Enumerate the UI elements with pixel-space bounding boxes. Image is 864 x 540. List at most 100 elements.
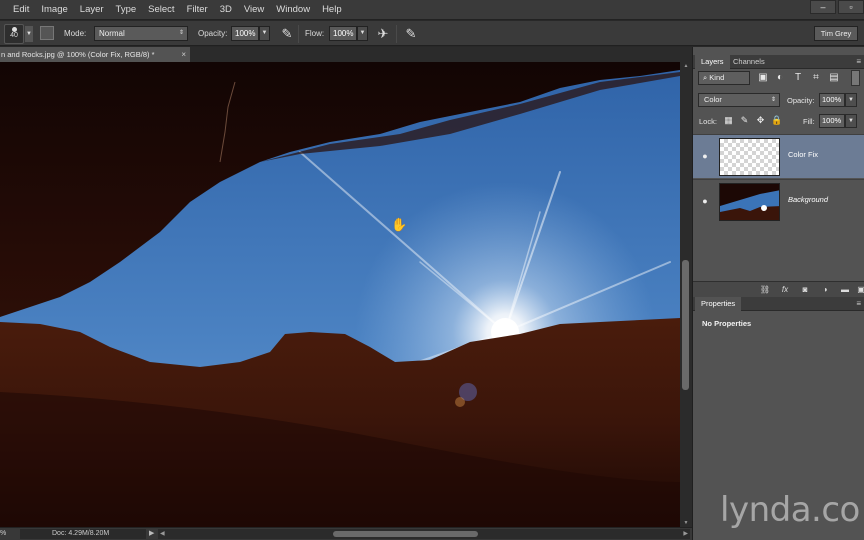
menu-filter[interactable]: Filter: [181, 0, 214, 20]
horizontal-scrollbar[interactable]: ◀ ▶: [158, 529, 690, 539]
menu-help[interactable]: Help: [316, 0, 348, 20]
brush-preset-arrow-icon[interactable]: ▼: [25, 26, 33, 42]
workspace-switcher[interactable]: Tim Grey: [814, 26, 858, 41]
layer-name: Color Fix: [788, 150, 819, 159]
chevron-updown-icon: ⇕: [178, 30, 184, 36]
flow-slider-arrow-icon[interactable]: ▼: [357, 26, 368, 41]
vertical-scroll-thumb[interactable]: [682, 260, 689, 390]
document-tab[interactable]: n and Rocks.jpg @ 100% (Color Fix, RGB/8…: [0, 47, 190, 62]
layer-filter-dropdown[interactable]: ⌕ Kind: [698, 71, 750, 85]
opacity-field[interactable]: 100%: [231, 26, 259, 41]
lock-label: Lock:: [699, 117, 717, 126]
doc-size-readout: Doc: 4.29M/8.20M: [20, 529, 146, 539]
lock-pixels-icon[interactable]: ✎: [739, 115, 750, 126]
lock-all-icon[interactable]: 🔒: [771, 115, 782, 126]
layers-panel-footer: ⛓ fx ◙ ◑ ▬ ▣: [693, 281, 864, 297]
filter-kind-value: Kind: [709, 73, 725, 82]
scroll-right-icon[interactable]: ▶: [683, 529, 688, 539]
lock-transparency-icon[interactable]: ▦: [723, 115, 734, 126]
image-canvas[interactable]: ✋: [0, 62, 680, 527]
menu-view[interactable]: View: [238, 0, 270, 20]
flow-label: Flow:: [305, 29, 325, 38]
adjustment-filter-icon[interactable]: ◐: [773, 71, 787, 85]
layer-row-color-fix[interactable]: ● Color Fix: [693, 134, 864, 178]
layer-opacity-arrow-icon[interactable]: ▼: [845, 93, 857, 107]
airbrush-icon[interactable]: ✈: [375, 26, 391, 42]
lock-position-icon[interactable]: ✥: [755, 115, 766, 126]
right-panel-dock: Layers Channels ≡ ⌕ Kind ▣ ◐ T ⌗ ▤ Color…: [692, 47, 864, 540]
properties-message: No Properties: [702, 319, 752, 328]
mode-dropdown[interactable]: Normal ⇕: [94, 26, 188, 41]
pressure-opacity-icon[interactable]: ✎: [279, 26, 295, 42]
scroll-down-icon[interactable]: ▼: [682, 520, 690, 526]
chevron-updown-icon: ⇕: [770, 97, 776, 103]
fill-arrow-icon[interactable]: ▼: [845, 114, 857, 128]
group-icon[interactable]: ▬: [839, 284, 851, 296]
opacity-label: Opacity:: [787, 96, 815, 105]
menu-image[interactable]: Image: [35, 0, 73, 20]
tab-layers[interactable]: Layers: [695, 55, 730, 69]
blend-mode-dropdown[interactable]: Color ⇕: [698, 93, 780, 107]
fill-label: Fill:: [803, 117, 815, 126]
options-bar: 40 ▼ Mode: Normal ⇕ Opacity: 100% ▼ ✎ Fl…: [0, 21, 864, 46]
eye-icon[interactable]: ●: [699, 195, 711, 207]
menu-edit[interactable]: Edit: [7, 0, 35, 20]
tab-properties[interactable]: Properties: [695, 297, 742, 311]
panel-menu-icon[interactable]: ≡: [856, 297, 861, 310]
divider: [396, 25, 397, 43]
document-tab-bar: n and Rocks.jpg @ 100% (Color Fix, RGB/8…: [0, 47, 692, 62]
tab-channels[interactable]: Channels: [727, 55, 771, 69]
vertical-scrollbar[interactable]: ▲ ▼: [680, 62, 692, 527]
layer-name: Background: [788, 195, 829, 204]
shape-filter-icon[interactable]: ⌗: [809, 71, 823, 85]
brush-size-value: 40: [10, 32, 18, 39]
mask-icon[interactable]: ◙: [799, 284, 811, 296]
panel-menu-icon[interactable]: ≡: [856, 55, 861, 68]
photo-sun-and-rocks: [0, 62, 680, 527]
lynda-watermark: lynda.co: [720, 490, 860, 530]
fill-field[interactable]: 100%: [819, 114, 845, 128]
menu-type[interactable]: Type: [110, 0, 143, 20]
scroll-left-icon[interactable]: ◀: [160, 529, 165, 539]
window-controls: – ▫: [808, 0, 864, 14]
flow-field[interactable]: 100%: [329, 26, 357, 41]
menu-3d[interactable]: 3D: [214, 0, 238, 20]
close-tab-icon[interactable]: ×: [181, 47, 186, 62]
menu-bar: Edit Image Layer Type Select Filter 3D V…: [0, 0, 864, 20]
pressure-size-icon[interactable]: ✎: [403, 26, 419, 42]
new-layer-icon[interactable]: ▣: [855, 284, 864, 296]
menu-select[interactable]: Select: [142, 0, 180, 20]
horizontal-scroll-thumb[interactable]: [333, 531, 478, 537]
layer-thumbnail: [719, 183, 780, 221]
scroll-up-icon[interactable]: ▲: [682, 63, 690, 69]
zoom-level[interactable]: %: [0, 528, 6, 540]
properties-panel-tabs: Properties ≡: [693, 297, 864, 311]
layers-panel-tabs: Layers Channels ≡: [693, 55, 864, 69]
search-icon: ⌕: [703, 73, 708, 82]
brush-panel-icon[interactable]: [40, 26, 54, 40]
adjustment-icon[interactable]: ◑: [819, 284, 831, 296]
filter-toggle-switch[interactable]: [851, 70, 860, 86]
divider: [298, 25, 299, 43]
menu-layer[interactable]: Layer: [74, 0, 110, 20]
blend-mode-value: Color: [704, 95, 722, 104]
eye-icon[interactable]: ●: [699, 150, 711, 162]
menu-window[interactable]: Window: [270, 0, 316, 20]
layer-row-background[interactable]: ● Background: [693, 179, 864, 223]
pixel-filter-icon[interactable]: ▣: [756, 71, 770, 85]
layer-thumbnail: [719, 138, 780, 176]
link-icon[interactable]: ⛓: [759, 284, 771, 296]
status-bar: % Doc: 4.29M/8.20M ▶ ◀ ▶: [0, 527, 692, 540]
document-title: n and Rocks.jpg @ 100% (Color Fix, RGB/8…: [1, 50, 155, 59]
smart-object-filter-icon[interactable]: ▤: [827, 71, 841, 85]
status-menu-arrow-icon[interactable]: ▶: [149, 528, 154, 540]
fx-icon[interactable]: fx: [779, 284, 791, 296]
hand-cursor-icon: ✋: [391, 217, 408, 232]
mode-value: Normal: [99, 29, 125, 38]
opacity-slider-arrow-icon[interactable]: ▼: [259, 26, 270, 41]
type-filter-icon[interactable]: T: [791, 71, 805, 85]
brush-preset-picker[interactable]: 40: [4, 24, 24, 44]
minimize-button[interactable]: –: [810, 0, 836, 14]
layer-opacity-field[interactable]: 100%: [819, 93, 845, 107]
restore-button[interactable]: ▫: [838, 0, 864, 14]
